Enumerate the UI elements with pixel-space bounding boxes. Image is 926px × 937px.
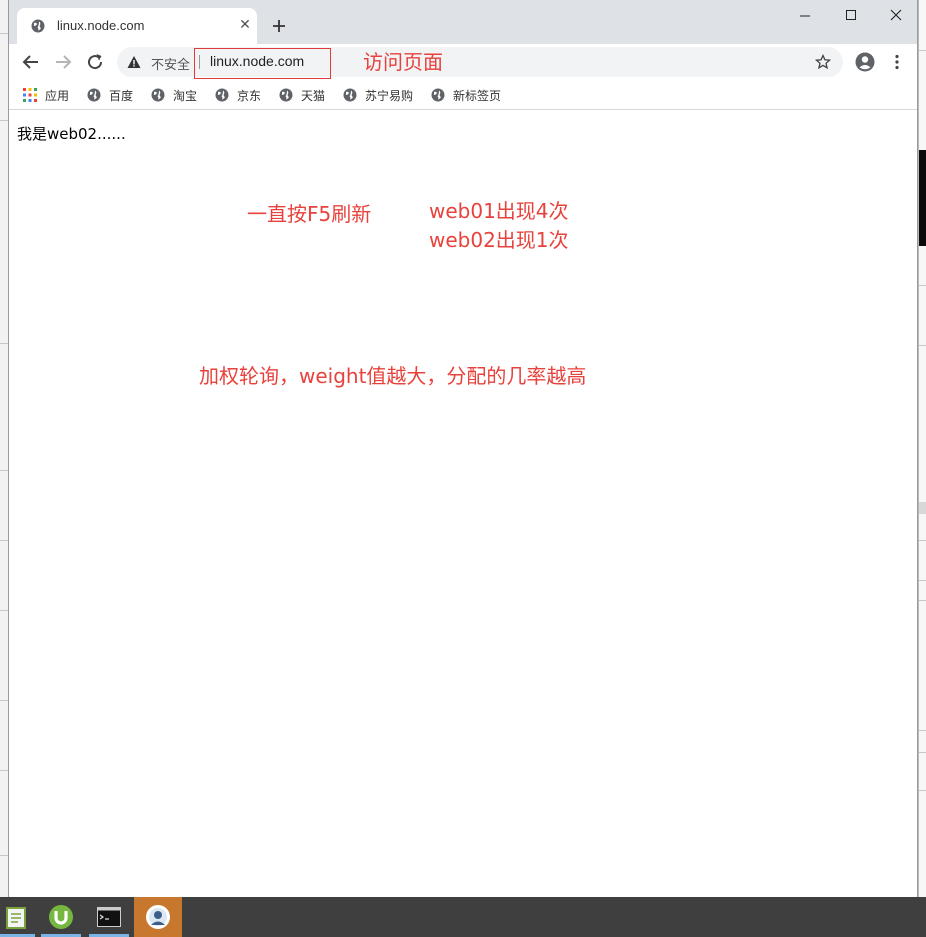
bookmark-label: 应用 (45, 89, 70, 103)
desktop-left-edge (0, 0, 8, 897)
taskbar (0, 897, 926, 937)
maximize-icon (846, 10, 856, 20)
taskbar-app-avatar[interactable] (134, 897, 182, 937)
globe-icon (343, 88, 357, 102)
globe-icon (31, 19, 45, 33)
tab-close-icon[interactable]: ✕ (237, 17, 253, 33)
notepad-icon (6, 907, 26, 929)
utorrent-icon (49, 905, 73, 929)
reload-icon[interactable] (83, 50, 107, 74)
forward-arrow-icon[interactable] (51, 50, 75, 74)
bookmark-label: 百度 (109, 89, 134, 103)
tab-strip: linux.node.com ✕ (9, 0, 917, 44)
annotation-refresh: 一直按F5刷新 (247, 202, 372, 226)
annotation-web02-count: web02出现1次 (429, 228, 569, 252)
close-icon (890, 9, 902, 21)
terminal-icon (97, 907, 121, 927)
tab-title: linux.node.com (57, 18, 145, 33)
bookmark-suning[interactable]: 苏宁易购 (343, 85, 427, 105)
background-window-fragment (919, 150, 926, 246)
more-menu-icon[interactable] (887, 52, 907, 72)
minimize-icon (800, 15, 810, 17)
annotation-visit-page: 访问页面 (363, 50, 443, 74)
back-arrow-icon[interactable] (19, 50, 43, 74)
bookmark-apps[interactable]: 应用 (23, 85, 83, 105)
taskbar-app-notepad[interactable] (0, 897, 38, 937)
taskbar-app-terminal[interactable] (86, 897, 132, 937)
new-tab-icon[interactable] (267, 14, 291, 38)
globe-icon (279, 88, 293, 102)
bookmark-label: 淘宝 (173, 89, 198, 103)
bookmark-label: 天猫 (301, 89, 326, 103)
bookmark-baidu[interactable]: 百度 (87, 85, 147, 105)
url-highlight-box (194, 48, 331, 79)
apps-grid-icon (23, 88, 37, 102)
bookmark-taobao[interactable]: 淘宝 (151, 85, 211, 105)
bookmark-jd[interactable]: 京东 (215, 85, 275, 105)
account-icon[interactable] (855, 52, 875, 72)
bookmark-new-tab-page[interactable]: 新标签页 (431, 85, 515, 105)
page-body-text: 我是web02...... (17, 125, 126, 143)
bookmark-label: 苏宁易购 (365, 89, 414, 103)
browser-toolbar: 不安全 linux.node.com (9, 44, 917, 80)
globe-icon (151, 88, 165, 102)
avatar-icon (146, 905, 170, 929)
browser-window: linux.node.com ✕ 不安全 linux.node.com 应用 百… (8, 0, 918, 897)
bookmark-star-icon[interactable] (815, 54, 831, 70)
bookmark-tmall[interactable]: 天猫 (279, 85, 339, 105)
bookmark-label: 京东 (237, 89, 262, 103)
globe-icon (431, 88, 445, 102)
minimize-button[interactable] (782, 0, 828, 30)
desktop-right-edge (918, 0, 926, 897)
globe-icon (215, 88, 229, 102)
warning-icon[interactable] (127, 55, 141, 69)
maximize-button[interactable] (828, 0, 874, 30)
globe-icon (87, 88, 101, 102)
close-window-button[interactable] (873, 0, 919, 30)
taskbar-app-utorrent[interactable] (38, 897, 84, 937)
security-label: 不安全 (151, 58, 191, 73)
bookmark-label: 新标签页 (453, 89, 502, 103)
annotation-web01-count: web01出现4次 (429, 199, 569, 223)
browser-tab[interactable]: linux.node.com ✕ (17, 8, 257, 44)
annotation-weight: 加权轮询，weight值越大，分配的几率越高 (199, 364, 587, 388)
bookmarks-bar: 应用 百度 淘宝 京东 天猫 苏宁易购 新标签页 (9, 80, 917, 110)
